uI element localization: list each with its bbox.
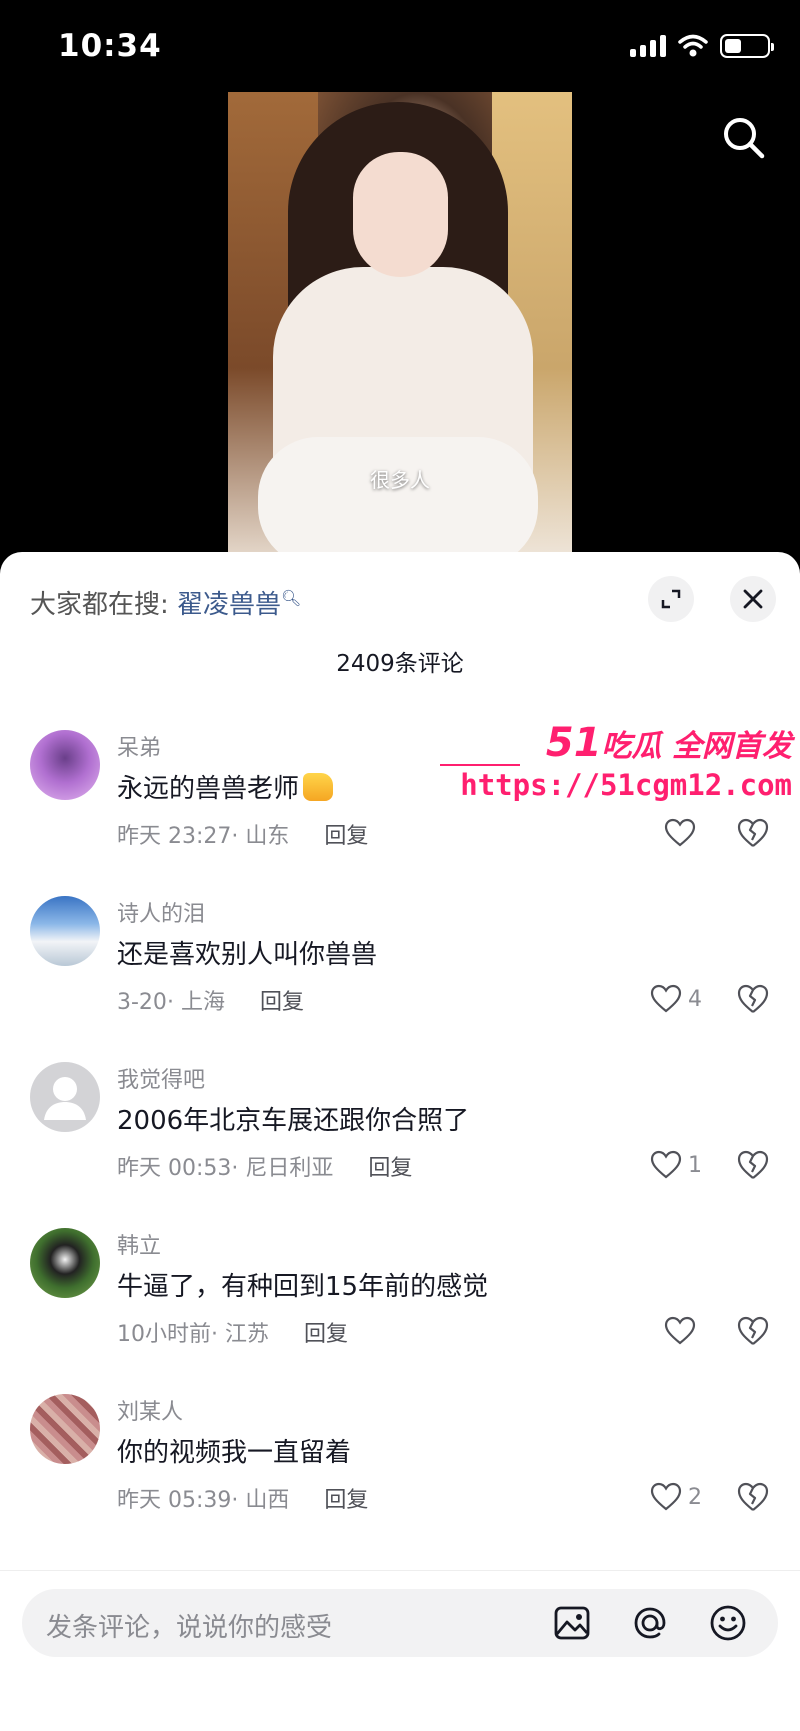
comment-input[interactable]: 发条评论，说说你的感受 bbox=[22, 1589, 778, 1657]
comment-location: 上海 bbox=[180, 990, 225, 1015]
comment-text: 还是喜欢别人叫你兽兽 bbox=[117, 940, 378, 970]
comment-meta: 昨天 05:39· 山西 回复 bbox=[117, 1488, 369, 1513]
comment-input-area: 发条评论，说说你的感受 bbox=[0, 1570, 800, 1731]
broken-heart-icon[interactable] bbox=[736, 1314, 770, 1348]
comment-input-placeholder: 发条评论，说说你的感受 bbox=[46, 1613, 333, 1643]
battery-icon bbox=[720, 34, 774, 58]
at-icon[interactable] bbox=[630, 1603, 670, 1643]
reply-button[interactable]: 回复 bbox=[368, 1156, 412, 1181]
comment-username[interactable]: 刘某人 bbox=[117, 1394, 183, 1426]
comment-location: 山西 bbox=[245, 1488, 290, 1513]
comment-location: 山东 bbox=[245, 824, 290, 849]
like-count: 2 bbox=[688, 1484, 702, 1510]
comment-time: 10小时前 bbox=[117, 1322, 211, 1347]
hot-search-keyword[interactable]: 翟凌兽兽 bbox=[177, 590, 281, 620]
hot-search[interactable]: 大家都在搜: 翟凌兽兽🔍︎ bbox=[30, 584, 301, 621]
comment-time: 昨天 00:53 bbox=[117, 1156, 232, 1181]
comment-item[interactable]: 诗人的泪 还是喜欢别人叫你兽兽 3-20· 上海 回复 4 bbox=[0, 896, 800, 1046]
comment-time: 3-20 bbox=[117, 990, 167, 1015]
comments-header: 大家都在搜: 翟凌兽兽🔍︎ 2409条评论 bbox=[0, 552, 800, 692]
comment-text: 你的视频我一直留着 bbox=[117, 1438, 352, 1468]
comments-panel: 大家都在搜: 翟凌兽兽🔍︎ 2409条评论 呆弟 永远的兽兽老师 昨天 23:2… bbox=[0, 552, 800, 1731]
like-button[interactable] bbox=[664, 818, 702, 848]
emoji-icon[interactable] bbox=[708, 1603, 748, 1643]
like-count: 4 bbox=[688, 986, 702, 1012]
reply-button[interactable]: 回复 bbox=[260, 990, 304, 1015]
default-avatar-icon[interactable] bbox=[30, 1062, 100, 1132]
expand-icon bbox=[661, 589, 681, 609]
comment-meta: 3-20· 上海 回复 bbox=[117, 990, 304, 1015]
comment-count: 2409条评论 bbox=[336, 651, 464, 677]
comment-item[interactable]: 我觉得吧 2006年北京车展还跟你合照了 昨天 00:53· 尼日利亚 回复 1 bbox=[0, 1062, 800, 1212]
comment-text: 2006年北京车展还跟你合照了 bbox=[117, 1106, 470, 1136]
reply-button[interactable]: 回复 bbox=[304, 1322, 348, 1347]
small-search-icon: 🔍︎ bbox=[281, 588, 302, 608]
comment-username[interactable]: 我觉得吧 bbox=[117, 1062, 205, 1094]
comment-item[interactable]: 韩立 牛逼了，有种回到15年前的感觉 10小时前· 江苏 回复 bbox=[0, 1228, 800, 1378]
thumbs-up-emoji-icon bbox=[303, 773, 334, 801]
heart-icon bbox=[664, 818, 696, 847]
heart-icon bbox=[664, 1316, 696, 1345]
video-subtitle: 很多人 bbox=[370, 468, 430, 492]
heart-icon bbox=[650, 1482, 682, 1511]
avatar[interactable] bbox=[30, 1228, 100, 1298]
comment-location: 尼日利亚 bbox=[245, 1156, 334, 1181]
comment-time: 昨天 05:39 bbox=[117, 1488, 232, 1513]
comment-time: 昨天 23:27 bbox=[117, 824, 232, 849]
comment-text: 牛逼了，有种回到15年前的感觉 bbox=[117, 1272, 489, 1302]
comment-text: 永远的兽兽老师 bbox=[117, 768, 334, 805]
like-button[interactable] bbox=[664, 1316, 702, 1346]
wifi-icon bbox=[678, 34, 708, 57]
search-icon[interactable] bbox=[718, 112, 770, 164]
like-button[interactable]: 1 bbox=[650, 1150, 702, 1180]
status-icons bbox=[630, 34, 774, 58]
status-bar: 10:34 bbox=[0, 0, 800, 92]
comment-list[interactable]: 呆弟 永远的兽兽老师 昨天 23:27· 山东 回复 诗人的泪 还是喜欢别人叫你… bbox=[0, 692, 800, 1572]
avatar[interactable] bbox=[30, 730, 100, 800]
comment-meta: 昨天 00:53· 尼日利亚 回复 bbox=[117, 1156, 413, 1181]
broken-heart-icon[interactable] bbox=[736, 816, 770, 850]
close-button[interactable] bbox=[730, 576, 776, 622]
heart-icon bbox=[650, 1150, 682, 1179]
like-count: 1 bbox=[688, 1152, 702, 1178]
reply-button[interactable]: 回复 bbox=[324, 824, 368, 849]
avatar[interactable] bbox=[30, 896, 100, 966]
comment-meta: 10小时前· 江苏 回复 bbox=[117, 1322, 349, 1347]
comment-username[interactable]: 呆弟 bbox=[117, 730, 161, 762]
avatar[interactable] bbox=[30, 1394, 100, 1464]
expand-button[interactable] bbox=[648, 576, 694, 622]
comment-meta: 昨天 23:27· 山东 回复 bbox=[117, 824, 369, 849]
comment-location: 江苏 bbox=[225, 1322, 270, 1347]
video-player[interactable]: 很多人 bbox=[228, 92, 572, 552]
heart-icon bbox=[650, 984, 682, 1013]
image-icon[interactable] bbox=[552, 1603, 592, 1643]
comment-username[interactable]: 诗人的泪 bbox=[117, 896, 205, 928]
status-time: 10:34 bbox=[58, 28, 162, 64]
broken-heart-icon[interactable] bbox=[736, 982, 770, 1016]
hot-search-prefix: 大家都在搜: bbox=[30, 590, 169, 620]
like-button[interactable]: 2 bbox=[650, 1482, 702, 1512]
comment-item[interactable]: 呆弟 永远的兽兽老师 昨天 23:27· 山东 回复 bbox=[0, 730, 800, 880]
cellular-signal-icon bbox=[630, 35, 666, 57]
broken-heart-icon[interactable] bbox=[736, 1148, 770, 1182]
like-button[interactable]: 4 bbox=[650, 984, 702, 1014]
reply-button[interactable]: 回复 bbox=[324, 1488, 368, 1513]
video-area[interactable]: 很多人 bbox=[0, 92, 800, 552]
broken-heart-icon[interactable] bbox=[736, 1480, 770, 1514]
comment-username[interactable]: 韩立 bbox=[117, 1228, 161, 1260]
comment-item[interactable]: 刘某人 你的视频我一直留着 昨天 05:39· 山西 回复 2 bbox=[0, 1394, 800, 1544]
close-icon bbox=[743, 589, 763, 609]
